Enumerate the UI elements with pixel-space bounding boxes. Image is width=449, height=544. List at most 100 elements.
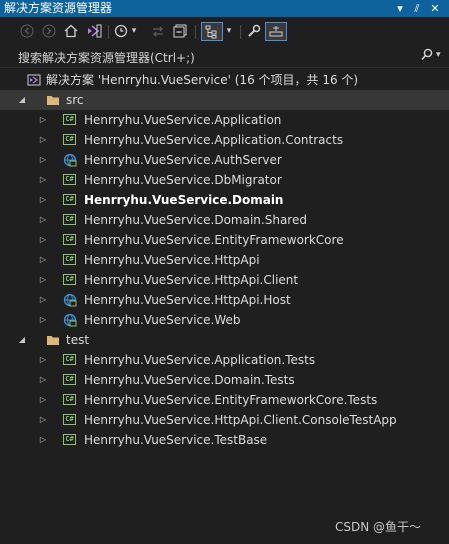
watermark: CSDN @鱼干～ [335,520,422,534]
project-node[interactable]: ▷ C# Henrryhu.VueService.Domain [0,190,449,210]
collapsed-arrow-icon[interactable]: ▷ [37,210,49,230]
project-node[interactable]: ▷ C# Henrryhu.VueService.HttpApi.Client [0,270,449,290]
folder-node-src[interactable]: ◢ src [0,90,449,110]
project-label: Henrryhu.VueService.HttpApi.Client.Conso… [84,413,397,427]
collapsed-arrow-icon[interactable]: ▷ [37,230,49,250]
expanded-arrow-icon[interactable]: ◢ [16,330,28,350]
project-label: Henrryhu.VueService.TestBase [84,433,268,447]
show-all-files-dropdown-icon[interactable]: ▾ [224,22,234,41]
project-node[interactable]: ▷ Henrryhu.VueService.Web [0,310,449,330]
search-box[interactable]: 搜索解决方案资源管理器(Ctrl+;) ▾ [0,46,449,68]
collapsed-arrow-icon[interactable]: ▷ [37,150,49,170]
project-node[interactable]: ▷ C# Henrryhu.VueService.EntityFrameworkCo… [0,390,449,410]
collapsed-arrow-icon[interactable]: ▷ [37,190,49,210]
web-project-icon [63,153,77,167]
project-node[interactable]: ▷ Henrryhu.VueService.HttpApi.Host [0,290,449,310]
expanded-arrow-icon[interactable]: ◢ [16,90,28,110]
toolbar-separator [240,25,241,39]
project-node[interactable]: ▷ C# Henrryhu.VueService.DbMigrator [0,170,449,190]
folder-icon [46,93,60,107]
options-dropdown-icon[interactable]: ▾ [393,0,407,17]
history-dropdown-icon[interactable]: ▾ [129,22,139,41]
collapsed-arrow-icon[interactable]: ▷ [37,390,49,410]
csharp-project-icon: C# [63,393,77,407]
collapsed-arrow-icon[interactable]: ▷ [37,310,49,330]
vs-switch-views-icon[interactable] [84,22,104,41]
collapsed-arrow-icon[interactable]: ▷ [37,410,49,430]
folder-node-test[interactable]: ◢ test [0,330,449,350]
collapsed-arrow-icon[interactable]: ▷ [37,130,49,150]
project-label: Henrryhu.VueService.EntityFrameworkCore.… [84,393,378,407]
project-label: Henrryhu.VueService.Web [84,313,241,327]
preview-selected-icon[interactable] [265,22,287,41]
project-node[interactable]: ▷ C# Henrryhu.VueService.Application [0,110,449,130]
web-project-icon [63,293,77,307]
toolbar: ▾ ▾ [0,17,449,46]
pin-icon[interactable]: ⫽ [410,0,424,17]
toolbar-separator [108,25,109,39]
close-icon[interactable]: ✕ [428,0,442,17]
csharp-project-icon: C# [63,253,77,267]
project-node[interactable]: ▷ Henrryhu.VueService.AuthServer [0,150,449,170]
project-node[interactable]: ▷ C# Henrryhu.VueService.Domain.Tests [0,370,449,390]
csharp-project-icon: C# [63,173,77,187]
web-project-icon [63,313,77,327]
home-icon[interactable] [62,22,80,41]
csharp-project-icon: C# [63,193,77,207]
csharp-project-icon: C# [63,133,77,147]
pending-changes-icon[interactable] [149,22,167,41]
show-all-files-icon[interactable] [201,22,223,41]
project-node[interactable]: ▷ C# Henrryhu.VueService.Application.Tests [0,350,449,370]
project-node[interactable]: ▷ C# Henrryhu.VueService.HttpApi [0,250,449,270]
collapsed-arrow-icon[interactable]: ▷ [37,270,49,290]
title-bar: 解决方案资源管理器 ▾ ⫽ ✕ [0,0,449,17]
collapsed-arrow-icon[interactable]: ▷ [37,430,49,450]
project-label: Henrryhu.VueService.Application.Contract… [84,133,344,147]
collapsed-arrow-icon[interactable]: ▷ [37,250,49,270]
project-label: Henrryhu.VueService.HttpApi.Client [84,273,299,287]
project-node[interactable]: ▷ C# Henrryhu.VueService.Domain.Shared [0,210,449,230]
project-label: Henrryhu.VueService.Application.Tests [84,353,316,367]
folder-label: src [66,93,84,107]
collapsed-arrow-icon[interactable]: ▷ [37,350,49,370]
history-icon[interactable] [113,22,129,41]
window-title: 解决方案资源管理器 [4,1,113,15]
project-label: Henrryhu.VueService.Domain.Tests [84,373,295,387]
search-input[interactable]: 搜索解决方案资源管理器(Ctrl+;) [18,49,195,66]
csharp-project-icon: C# [63,113,77,127]
toolbar-separator [195,25,196,39]
collapse-all-icon[interactable] [171,22,189,41]
back-arrow-icon[interactable] [18,22,36,41]
project-node[interactable]: ▷ C# Henrryhu.VueService.EntityFrameworkCo… [0,230,449,250]
collapsed-arrow-icon[interactable]: ▷ [37,170,49,190]
csharp-project-icon: C# [63,233,77,247]
project-label: Henrryhu.VueService.HttpApi.Host [84,293,291,307]
folder-label: test [66,333,90,347]
csharp-project-icon: C# [63,273,77,287]
solution-node[interactable]: 解决方案 'Henrryhu.VueService' (16 个项目，共 16 … [0,70,449,90]
project-label: Henrryhu.VueService.Domain.Shared [84,213,307,227]
folder-icon [46,333,60,347]
solution-label: 解决方案 'Henrryhu.VueService' (16 个项目，共 16 … [46,73,359,87]
forward-arrow-icon[interactable] [40,22,58,41]
project-label: Henrryhu.VueService.Application [84,113,282,127]
collapsed-arrow-icon[interactable]: ▷ [37,110,49,130]
search-options-dropdown-icon[interactable]: ▾ [436,50,441,60]
properties-wrench-icon[interactable] [245,22,263,41]
csharp-project-icon: C# [63,433,77,447]
solution-tree: 解决方案 'Henrryhu.VueService' (16 个项目，共 16 … [0,70,449,450]
collapsed-arrow-icon[interactable]: ▷ [37,370,49,390]
project-label: Henrryhu.VueService.DbMigrator [84,173,282,187]
project-label: Henrryhu.VueService.EntityFrameworkCore [84,233,344,247]
project-label: Henrryhu.VueService.AuthServer [84,153,282,167]
csharp-project-icon: C# [63,213,77,227]
project-node[interactable]: ▷ C# Henrryhu.VueService.Application.Contr… [0,130,449,150]
search-icon[interactable] [421,48,433,66]
project-node[interactable]: ▷ C# Henrryhu.VueService.HttpApi.Client.Co… [0,410,449,430]
solution-icon [27,73,41,87]
collapsed-arrow-icon[interactable]: ▷ [37,290,49,310]
csharp-project-icon: C# [63,373,77,387]
project-node[interactable]: ▷ C# Henrryhu.VueService.TestBase [0,430,449,450]
project-label: Henrryhu.VueService.Domain [84,193,284,207]
project-label: Henrryhu.VueService.HttpApi [84,253,260,267]
